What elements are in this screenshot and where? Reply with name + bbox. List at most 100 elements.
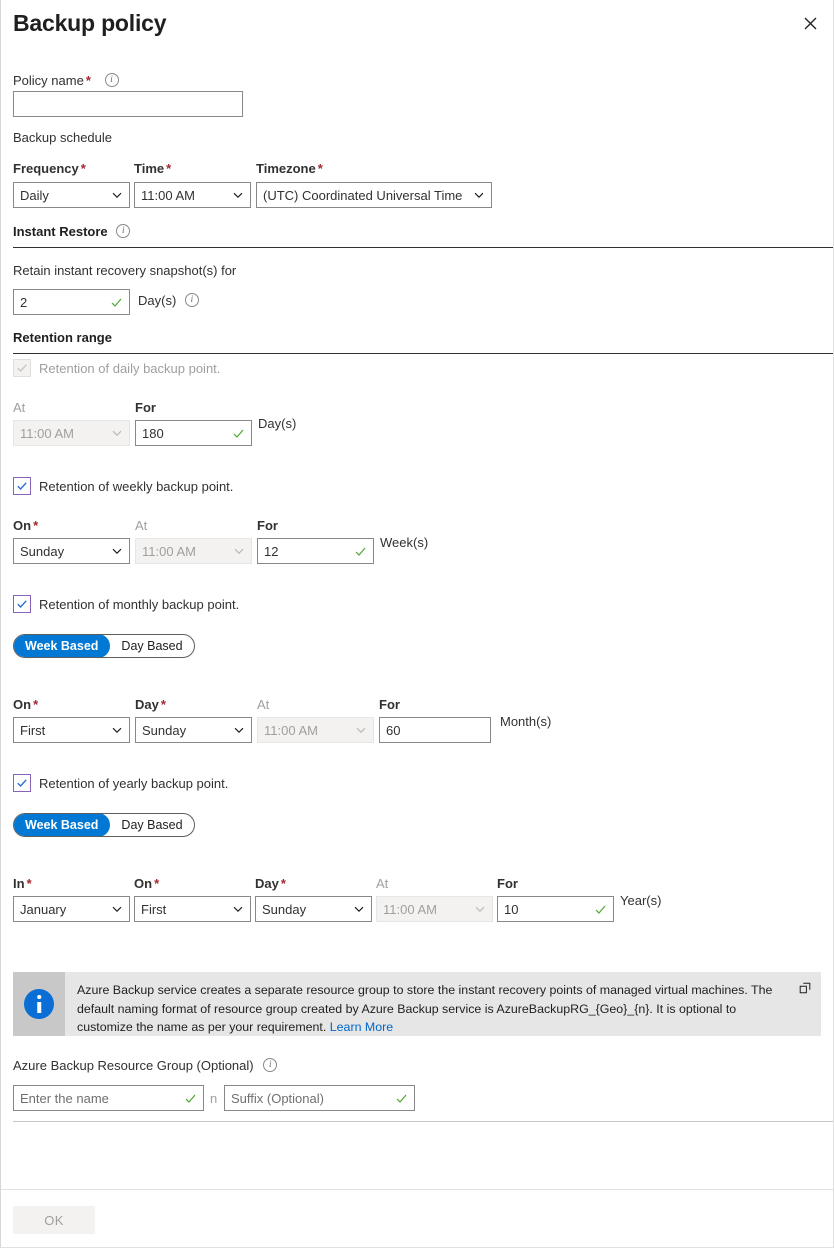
resource-group-name-value: Enter the name bbox=[20, 1091, 180, 1106]
policy-name-input[interactable] bbox=[13, 91, 243, 117]
monthly-at-label: At bbox=[257, 696, 269, 714]
retention-range-divider bbox=[13, 353, 833, 354]
yearly-on-value: First bbox=[141, 902, 228, 917]
weekly-unit: Week(s) bbox=[380, 534, 428, 552]
frequency-value: Daily bbox=[20, 188, 107, 203]
chevron-down-icon bbox=[111, 545, 123, 557]
monthly-at-value: 11:00 AM bbox=[264, 723, 351, 738]
monthly-toggle-week-based[interactable]: Week Based bbox=[13, 634, 110, 658]
banner-text-container: Azure Backup service creates a separate … bbox=[65, 972, 799, 1036]
retention-monthly-checkbox-row[interactable]: Retention of monthly backup point. bbox=[13, 595, 239, 613]
yearly-day-required: * bbox=[281, 876, 286, 891]
resource-group-suffix-value: Suffix (Optional) bbox=[231, 1091, 391, 1106]
frequency-required: * bbox=[81, 161, 86, 176]
weekly-for-label: For bbox=[257, 517, 278, 535]
instant-restore-unit-info-icon[interactable] bbox=[185, 293, 199, 307]
daily-at-value: 11:00 AM bbox=[20, 426, 107, 441]
monthly-day-required: * bbox=[161, 697, 166, 712]
yearly-for-label: For bbox=[497, 875, 518, 893]
retention-monthly-label: Retention of monthly backup point. bbox=[39, 597, 239, 612]
chevron-down-icon bbox=[111, 189, 123, 201]
resource-group-label: Azure Backup Resource Group (Optional) bbox=[13, 1058, 254, 1073]
monthly-toggle-day-based[interactable]: Day Based bbox=[110, 635, 193, 657]
monthly-day-label: Day bbox=[135, 697, 159, 712]
monthly-on-label-row: On* bbox=[13, 696, 38, 714]
retain-snapshot-label: Retain instant recovery snapshot(s) for bbox=[13, 262, 236, 280]
valid-check-icon bbox=[354, 545, 367, 558]
valid-check-icon bbox=[395, 1092, 408, 1105]
retention-monthly-checkbox[interactable] bbox=[13, 595, 31, 613]
monthly-for-value: 60 bbox=[386, 723, 484, 738]
yearly-in-label: In bbox=[13, 876, 25, 891]
weekly-on-label: On bbox=[13, 518, 31, 533]
panel-footer: OK bbox=[1, 1189, 833, 1247]
time-label: Time bbox=[134, 161, 164, 176]
policy-name-label-row: Policy name* bbox=[13, 72, 119, 90]
retention-daily-label: Retention of daily backup point. bbox=[39, 361, 220, 376]
external-link-icon[interactable] bbox=[799, 972, 821, 1036]
policy-name-info-icon[interactable] bbox=[105, 73, 119, 87]
chevron-down-icon bbox=[111, 427, 123, 439]
yearly-at-select: 11:00 AM bbox=[376, 896, 493, 922]
monthly-day-select[interactable]: Sunday bbox=[135, 717, 252, 743]
daily-unit: Day(s) bbox=[258, 415, 296, 433]
monthly-unit: Month(s) bbox=[500, 713, 551, 731]
yearly-toggle-week-based[interactable]: Week Based bbox=[13, 813, 110, 837]
backup-policy-panel: Backup policy Policy name* Backup schedu… bbox=[0, 0, 834, 1248]
resource-group-suffix-input[interactable]: Suffix (Optional) bbox=[224, 1085, 415, 1111]
yearly-basis-toggle[interactable]: Week Based Day Based bbox=[13, 813, 195, 837]
monthly-on-select[interactable]: First bbox=[13, 717, 130, 743]
yearly-for-input[interactable]: 10 bbox=[497, 896, 614, 922]
close-icon[interactable] bbox=[793, 6, 827, 40]
info-filled-icon bbox=[24, 989, 54, 1019]
monthly-day-label-row: Day* bbox=[135, 696, 166, 714]
retention-weekly-checkbox-row[interactable]: Retention of weekly backup point. bbox=[13, 477, 233, 495]
weekly-for-input[interactable]: 12 bbox=[257, 538, 374, 564]
daily-for-value: 180 bbox=[142, 426, 228, 441]
ok-button[interactable]: OK bbox=[13, 1206, 95, 1234]
chevron-down-icon bbox=[111, 903, 123, 915]
page-title: Backup policy bbox=[13, 6, 166, 40]
yearly-day-select[interactable]: Sunday bbox=[255, 896, 372, 922]
daily-for-input[interactable]: 180 bbox=[135, 420, 252, 446]
yearly-in-select[interactable]: January bbox=[13, 896, 130, 922]
monthly-for-input[interactable]: 60 bbox=[379, 717, 491, 743]
monthly-basis-toggle[interactable]: Week Based Day Based bbox=[13, 634, 195, 658]
weekly-at-value: 11:00 AM bbox=[142, 544, 229, 559]
instant-restore-title: Instant Restore bbox=[13, 224, 108, 239]
resource-group-name-input[interactable]: Enter the name bbox=[13, 1085, 204, 1111]
monthly-at-select: 11:00 AM bbox=[257, 717, 374, 743]
timezone-select[interactable]: (UTC) Coordinated Universal Time bbox=[256, 182, 492, 208]
backup-schedule-label: Backup schedule bbox=[13, 129, 112, 147]
yearly-on-required: * bbox=[154, 876, 159, 891]
frequency-label: Frequency bbox=[13, 161, 79, 176]
daily-for-label: For bbox=[135, 399, 156, 417]
learn-more-link[interactable]: Learn More bbox=[330, 1020, 393, 1034]
monthly-on-value: First bbox=[20, 723, 107, 738]
chevron-down-icon bbox=[473, 189, 485, 201]
instant-restore-days-input[interactable]: 2 bbox=[13, 289, 130, 315]
weekly-on-required: * bbox=[33, 518, 38, 533]
chevron-down-icon bbox=[233, 545, 245, 557]
yearly-in-value: January bbox=[20, 902, 107, 917]
frequency-label-row: Frequency* bbox=[13, 160, 86, 178]
time-value: 11:00 AM bbox=[141, 188, 228, 203]
retention-yearly-checkbox[interactable] bbox=[13, 774, 31, 792]
retention-yearly-checkbox-row[interactable]: Retention of yearly backup point. bbox=[13, 774, 228, 792]
valid-check-icon bbox=[184, 1092, 197, 1105]
yearly-on-select[interactable]: First bbox=[134, 896, 251, 922]
yearly-toggle-day-based[interactable]: Day Based bbox=[110, 814, 193, 836]
frequency-select[interactable]: Daily bbox=[13, 182, 130, 208]
retention-yearly-label: Retention of yearly backup point. bbox=[39, 776, 228, 791]
retention-weekly-checkbox[interactable] bbox=[13, 477, 31, 495]
bottom-divider bbox=[13, 1121, 833, 1122]
instant-restore-days-value: 2 bbox=[20, 295, 106, 310]
valid-check-icon bbox=[594, 903, 607, 916]
resource-group-info-icon[interactable] bbox=[263, 1058, 277, 1072]
panel-header: Backup policy bbox=[13, 6, 166, 40]
time-required: * bbox=[166, 161, 171, 176]
instant-restore-info-icon[interactable] bbox=[116, 224, 130, 238]
time-select[interactable]: 11:00 AM bbox=[134, 182, 251, 208]
weekly-on-select[interactable]: Sunday bbox=[13, 538, 130, 564]
retention-daily-checkbox-row: Retention of daily backup point. bbox=[13, 359, 220, 377]
